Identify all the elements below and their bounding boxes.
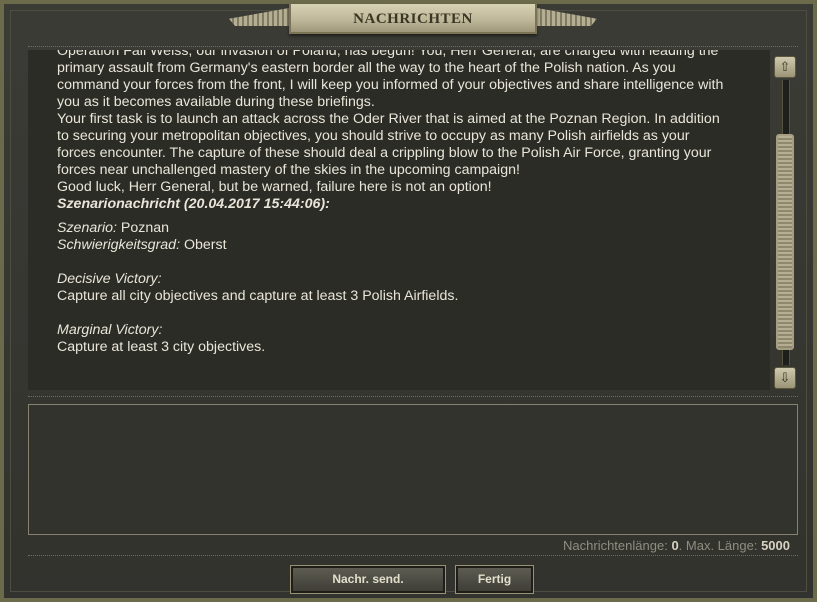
difficulty-value: Oberst — [183, 237, 227, 253]
scroll-down-button[interactable]: ⇩ — [774, 367, 796, 389]
decisive-victory-label: Decisive Victory: — [57, 271, 162, 287]
message-line: command your forces from the front, I wi… — [57, 77, 724, 93]
divider-middle — [28, 396, 798, 397]
window-title: NACHRICHTEN — [353, 11, 473, 27]
scenario-row: Szenario: Poznan — [57, 220, 764, 237]
message-line: Your first task is to launch an attack a… — [57, 111, 720, 127]
scenario-details: Szenario: Poznan Schwierigkeitsgrad: Obe… — [57, 220, 764, 356]
marginal-victory-text: Capture at least 3 city objectives. — [57, 339, 266, 355]
arrow-up-icon: ⇧ — [779, 59, 791, 74]
message-line: primary assault from Germany's eastern b… — [57, 60, 676, 76]
marginal-victory-label: Marginal Victory: — [57, 322, 163, 338]
message-line: to securing your metropolitan objectives… — [57, 128, 690, 144]
max-length-label: . Max. Länge: — [678, 538, 758, 553]
message-line: Operation Fall Weiss, our invasion of Po… — [57, 50, 719, 59]
message-log[interactable]: Operation Fall Weiss, our invasion of Po… — [28, 50, 770, 390]
title-plate: NACHRICHTEN — [289, 4, 537, 34]
length-label: Nachrichtenlänge: — [563, 538, 668, 553]
message-line: Good luck, Herr General, but be warned, … — [57, 179, 492, 195]
decisive-victory-text: Capture all city objectives and capture … — [57, 288, 459, 304]
message-scrollbar[interactable]: ⇧ ⇩ — [774, 56, 796, 389]
title-wing-right — [537, 8, 597, 26]
dialog-window: NACHRICHTEN Operation Fall Weiss, our in… — [0, 0, 817, 602]
length-value: 0 — [671, 538, 679, 553]
message-content: Operation Fall Weiss, our invasion of Po… — [57, 50, 764, 356]
send-message-button[interactable]: Nachr. send. — [290, 565, 446, 594]
difficulty-row: Schwierigkeitsgrad: Oberst — [57, 237, 764, 254]
scroll-up-button[interactable]: ⇧ — [774, 56, 796, 78]
divider-top — [28, 46, 798, 47]
scenario-message-header: Szenarionachricht (20.04.2017 15:44:06): — [57, 196, 330, 212]
message-line: forces encounter. The capture of these s… — [57, 145, 712, 161]
title-wing-left — [229, 8, 289, 26]
message-line: forces near unchallenged mastery of the … — [57, 162, 520, 178]
arrow-down-icon: ⇩ — [779, 370, 791, 385]
scroll-thumb[interactable] — [776, 134, 794, 350]
divider-bottom — [28, 555, 798, 556]
scenario-value: Poznan — [120, 220, 170, 236]
message-input[interactable] — [28, 404, 798, 535]
done-button[interactable]: Fertig — [455, 565, 534, 594]
message-length-counter: Nachrichtenlänge: 0. Max. Länge: 5000 — [563, 538, 790, 553]
max-length-value: 5000 — [761, 538, 790, 553]
difficulty-label: Schwierigkeitsgrad: — [57, 237, 181, 253]
scenario-label: Szenario: — [57, 220, 117, 236]
message-line: you as it becomes available during these… — [57, 94, 375, 110]
